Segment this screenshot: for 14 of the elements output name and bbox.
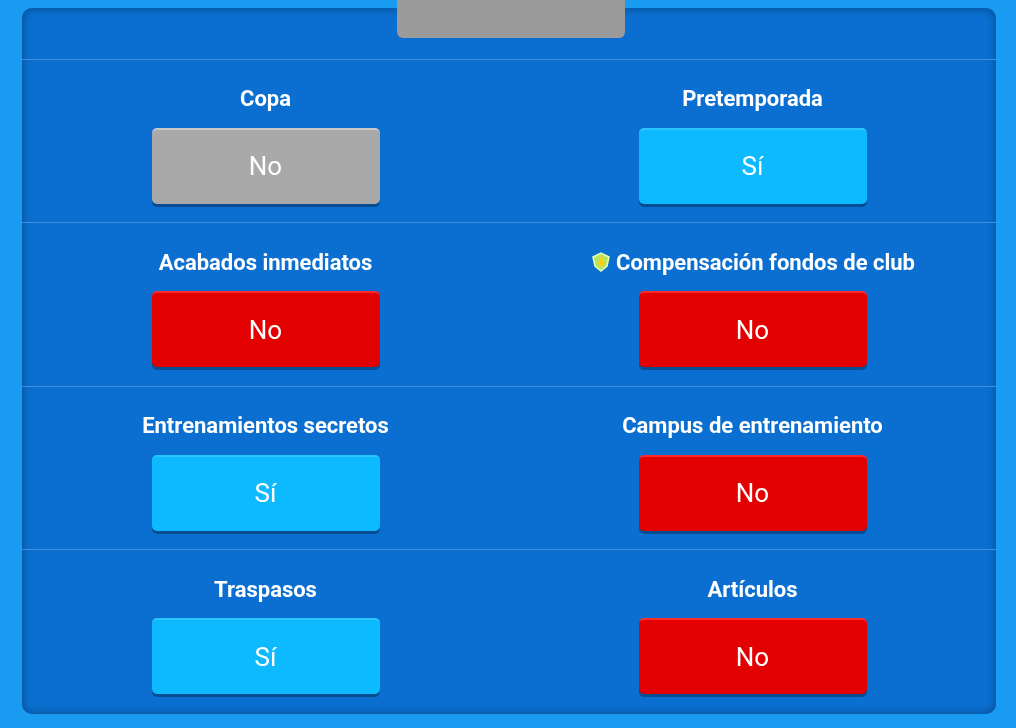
toggle-button[interactable]: No xyxy=(638,454,867,531)
toggle-button[interactable]: No xyxy=(638,291,867,368)
setting-label: Copa xyxy=(240,85,291,114)
setting-label: Compensación fondos de club xyxy=(616,248,915,277)
setting-label: Artículos xyxy=(707,575,798,604)
setting-label: Campus de entrenamiento xyxy=(622,412,883,441)
setting-label: Acabados inmediatos xyxy=(158,248,373,277)
toggle-button[interactable]: No xyxy=(638,618,867,695)
toggle-button[interactable]: No xyxy=(151,291,380,368)
setting-label: Traspasos xyxy=(214,575,317,604)
setting-label: Pretemporada xyxy=(682,85,823,114)
setting-label: Entrenamientos secretos xyxy=(142,412,389,441)
gem-icon xyxy=(590,251,612,274)
top-tab[interactable] xyxy=(397,0,625,38)
